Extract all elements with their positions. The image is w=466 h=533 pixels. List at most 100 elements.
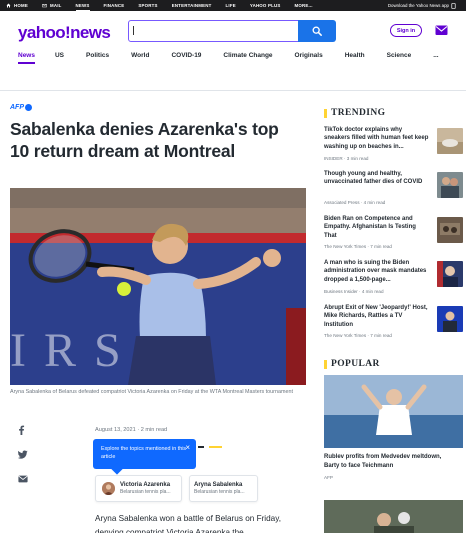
article-headline: Sabalenka denies Azarenka's top 10 retur…: [10, 119, 279, 161]
section-tab-world[interactable]: World: [131, 52, 149, 64]
search-icon: [312, 26, 322, 36]
top-nav-life[interactable]: LIFE: [226, 0, 236, 11]
article-body-paragraph: Aryna Sabalenka won a battle of Belarus …: [95, 514, 281, 533]
trending-header: TRENDING: [324, 108, 385, 118]
tooltip-arrow: [111, 463, 123, 475]
section-tab-health[interactable]: Health: [345, 52, 365, 64]
section-tab-covid[interactable]: COVID-19: [171, 52, 201, 64]
top-nav-mail[interactable]: MAIL: [42, 0, 62, 11]
topic-text: Victoria Azarenka Belarusian tennis pla.…: [120, 481, 171, 496]
share-email-button[interactable]: [18, 475, 28, 483]
source-name: The New York Times: [324, 333, 367, 338]
top-nav-label: FINANCE: [103, 3, 125, 8]
popular-item-source: AFP: [324, 475, 333, 480]
trending-item-title: TikTok doctor explains why sneakers fill…: [324, 127, 429, 150]
search-button[interactable]: [298, 20, 336, 42]
top-nav-label: NEWS: [75, 3, 90, 8]
topic-card-victoria-azarenka[interactable]: Victoria Azarenka Belarusian tennis pla.…: [95, 475, 182, 502]
section-accent: [324, 359, 327, 369]
trending-item-source: INSIDER · 3 min read: [324, 156, 369, 161]
close-icon[interactable]: ×: [185, 444, 190, 452]
article-hero-image[interactable]: IRS: [10, 188, 306, 385]
trending-thumbnail: [437, 306, 463, 332]
topic-text: Aryna Sabalenka Belarusian tennis pla...: [194, 481, 245, 496]
top-nav-label: SPORTS: [138, 3, 158, 8]
phone-icon: [451, 2, 456, 9]
section-tab-politics[interactable]: Politics: [86, 52, 109, 64]
article-read-time: 2 min read: [140, 427, 168, 433]
section-tab-originals[interactable]: Originals: [295, 52, 323, 64]
popular-item-image[interactable]: [324, 375, 463, 448]
top-nav-label: LIFE: [225, 3, 236, 8]
top-nav-label: HOME: [14, 3, 28, 8]
trending-item-source: Business Insider · 4 min read: [324, 289, 384, 294]
trending-item-title: Biden Ran on Competence and Empathy. Afg…: [324, 216, 416, 239]
popular-header: POPULAR: [324, 359, 380, 369]
trending-item[interactable]: Though young and healthy, unvaccinated f…: [324, 170, 464, 206]
top-nav: HOME MAIL NEWS FINANCE SPORTS ENTERTAINM…: [0, 0, 327, 11]
yahoo-news-logo[interactable]: yahoo!news: [18, 23, 111, 43]
site-header: yahoo!news Sign in News US Politics Worl…: [0, 11, 466, 91]
family-photo: [437, 172, 463, 198]
source-name: AFP: [10, 104, 24, 111]
trending-thumbnail: [437, 128, 463, 154]
trending-item-source: The New York Times · 7 min read: [324, 244, 392, 249]
topic-desc: Belarusian tennis pla...: [120, 489, 171, 495]
section-tab-us[interactable]: US: [55, 52, 64, 64]
topic-name: Aryna Sabalenka: [194, 482, 243, 488]
popular-item-image[interactable]: [324, 500, 463, 533]
search-input[interactable]: [128, 20, 299, 42]
trending-thumbnail: [437, 217, 463, 243]
tooltip-text: Explore the topics mentioned in this art…: [101, 446, 187, 460]
topic-card-aryna-sabalenka[interactable]: Aryna Sabalenka Belarusian tennis pla...: [189, 475, 258, 502]
topic-desc: Belarusian tennis pla...: [194, 489, 245, 495]
mail-icon[interactable]: [435, 24, 448, 36]
section-tab-science[interactable]: Science: [387, 52, 412, 64]
source-name: Business Insider: [324, 289, 358, 294]
section-tab-news[interactable]: News: [18, 52, 35, 64]
trending-item[interactable]: A man who is suing the Biden administrat…: [324, 259, 464, 295]
source-logo[interactable]: AFP: [10, 104, 32, 111]
source-name: Associated Press: [324, 200, 360, 205]
biden-photo: [437, 261, 463, 287]
section-tab-more[interactable]: ...: [433, 52, 438, 64]
top-nav-news[interactable]: NEWS: [75, 0, 90, 11]
section-tab-climate-change[interactable]: Climate Change: [223, 52, 272, 64]
trending-item[interactable]: TikTok doctor explains why sneakers fill…: [324, 126, 464, 162]
source-name: INSIDER: [324, 156, 343, 161]
email-icon: [18, 475, 28, 483]
avatar: [102, 482, 115, 495]
trending-item-source: Associated Press · 4 min read: [324, 200, 386, 205]
top-nav-more[interactable]: MORE...: [294, 0, 312, 11]
top-nav-yahoo-plus[interactable]: YAHOO PLUS: [250, 0, 281, 11]
top-nav-sports[interactable]: SPORTS: [138, 0, 157, 11]
popular-title: POPULAR: [331, 359, 380, 369]
trending-item-source: The New York Times · 7 min read: [324, 333, 392, 338]
top-nav-home[interactable]: HOME: [6, 0, 28, 11]
source-name: The New York Times: [324, 244, 367, 249]
download-app-link[interactable]: Download the Yahoo News app: [388, 0, 456, 11]
top-nav-label: MAIL: [49, 3, 62, 8]
read-time: 3 min read: [346, 156, 369, 161]
trending-item-title: A man who is suing the Biden administrat…: [324, 260, 427, 283]
top-nav-entertainment[interactable]: ENTERTAINMENT: [172, 0, 212, 11]
trending-item[interactable]: Biden Ran on Competence and Empathy. Afg…: [324, 215, 464, 251]
sign-in-button[interactable]: Sign in: [390, 24, 422, 37]
popular-item-title[interactable]: Rublev profits from Medvedev meltdown, B…: [324, 453, 444, 470]
trending-title: TRENDING: [331, 108, 386, 118]
trending-thumbnail: [437, 261, 463, 287]
accent-divider: [209, 446, 222, 448]
news-photo: [324, 500, 463, 533]
share-twitter-button[interactable]: [18, 450, 28, 459]
share-facebook-button[interactable]: [18, 425, 25, 435]
top-nav-label: YAHOO PLUS: [249, 3, 281, 8]
afghanistan-photo: [437, 217, 463, 243]
text-cursor: [133, 26, 134, 35]
top-nav-label: ENTERTAINMENT: [171, 3, 212, 8]
top-nav-finance[interactable]: FINANCE: [104, 0, 125, 11]
trending-item-title: Abrupt Exit of New 'Jeopardy!' Host, Mik…: [324, 305, 428, 328]
trending-item[interactable]: Abrupt Exit of New 'Jeopardy!' Host, Mik…: [324, 304, 464, 340]
section-accent: [324, 108, 327, 118]
topic-name: Victoria Azarenka: [120, 482, 171, 488]
trending-item-title: Though young and healthy, unvaccinated f…: [324, 171, 423, 186]
